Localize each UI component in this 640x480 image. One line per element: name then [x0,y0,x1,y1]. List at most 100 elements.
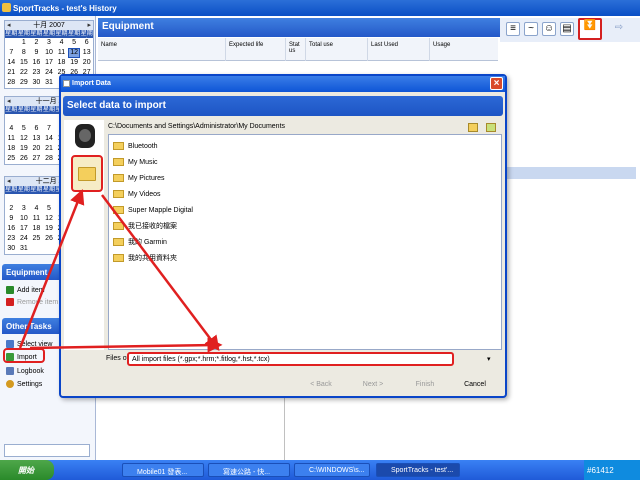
prev-month-icon[interactable]: ◂ [7,97,11,106]
settings-task[interactable]: Settings [6,378,42,390]
calendar-day[interactable]: 17 [18,224,31,234]
calendar-day[interactable]: 28 [43,154,56,164]
calendar-day[interactable]: 11 [5,134,18,144]
folder-list-item[interactable]: My Pictures [113,171,165,185]
calendar-day[interactable]: 8 [18,48,31,58]
finish-button[interactable]: Finish [405,381,445,392]
col-name[interactable]: Name [98,38,226,61]
calendar-day[interactable]: 4 [30,204,43,214]
calendar-day[interactable]: 21 [43,144,56,154]
calendar-day[interactable]: 24 [43,68,56,78]
calendar-day[interactable]: 7 [43,124,56,134]
calendar-day[interactable]: 2 [30,38,43,48]
calendar-day[interactable]: 26 [18,154,31,164]
calendar-day[interactable]: 25 [30,234,43,244]
col-expected-life[interactable]: Expected life [226,38,286,61]
chevron-down-icon[interactable]: ▾ [487,355,497,365]
calendar-day[interactable]: 28 [5,78,18,88]
folder-list-item[interactable]: Super Mapple Digital [113,203,193,217]
calendar-day[interactable]: 18 [30,224,43,234]
calendar-day[interactable]: 21 [5,68,18,78]
calendar-day[interactable]: 16 [30,58,43,68]
next-month-icon[interactable]: ▸ [87,21,91,30]
col-last-used[interactable]: Last Used [368,38,430,61]
taskbar-item-sporttracks[interactable]: SportTracks - test'... [376,463,460,477]
taskbar-item-mobile01[interactable]: Mobile01 發表... [122,463,204,477]
start-button[interactable]: 開始 [0,460,54,480]
chart-icon[interactable]: ~ [524,22,538,36]
calendar-day[interactable]: 5 [18,124,31,134]
taskbar-item-windows[interactable]: C:\WINDOWS\s... [294,463,370,477]
files-of-type-select[interactable]: All import files (*.gpx;*.hrm;*.fitlog,*… [127,352,454,366]
col-usage[interactable]: Usage [430,38,498,61]
calendar-day[interactable]: 13 [30,134,43,144]
calendar-day[interactable]: 4 [55,38,68,48]
calendar-day[interactable]: 3 [43,38,56,48]
calendar-day[interactable]: 13 [80,48,93,58]
next-button[interactable]: Next > [353,381,393,392]
calendar-day[interactable]: 4 [5,124,18,134]
col-status[interactable]: Stat us [286,38,306,61]
calendar-day[interactable]: 17 [43,58,56,68]
collapse-icon[interactable]: ⏬ [578,18,602,40]
add-item-task[interactable]: Add item [6,284,45,296]
folder-list-item[interactable]: Bluetooth [113,139,158,153]
folder-list-item[interactable]: My Videos [113,187,161,201]
export-icon[interactable]: ▤ [560,22,574,36]
calendar-day[interactable]: 11 [30,214,43,224]
calendar-day[interactable]: 12 [43,214,56,224]
calendar-day[interactable]: 12 [18,134,31,144]
calendar-day[interactable]: 18 [5,144,18,154]
prev-month-icon[interactable]: ◂ [7,177,11,186]
calendar-day[interactable]: 10 [43,48,56,58]
taskbar-item-browser[interactable]: 寫速公路 - 快... [208,463,290,477]
calendar-day[interactable]: 20 [80,58,93,68]
calendar-day[interactable]: 29 [18,78,31,88]
dialog-close-button[interactable]: × [490,77,503,90]
calendar-day[interactable]: 30 [30,78,43,88]
calendar-day[interactable]: 1 [18,38,31,48]
sidebar-search-input[interactable] [4,444,90,457]
calendar-day[interactable]: 19 [68,58,81,68]
device-watch-icon[interactable] [75,124,95,148]
calendar-day[interactable]: 7 [5,48,18,58]
calendar-day[interactable]: 6 [30,124,43,134]
calendar-day[interactable]: 10 [18,214,31,224]
remove-item-task[interactable]: Remove item [6,296,58,308]
logbook-task[interactable]: Logbook [6,365,44,377]
calendar-day[interactable]: 14 [5,58,18,68]
calendar-day[interactable]: 2 [5,204,18,214]
col-total-use[interactable]: Total use [306,38,368,61]
calendar-day[interactable]: 15 [18,58,31,68]
calendar-day[interactable]: 31 [18,244,31,254]
calendar-day[interactable]: 30 [5,244,18,254]
calendar-day[interactable]: 11 [55,48,68,58]
calendar-day[interactable]: 14 [43,134,56,144]
calendar-day[interactable]: 5 [68,38,81,48]
folder-browse-icon[interactable] [468,123,478,132]
folder-list-item[interactable]: 我已接收的檔案 [113,219,177,233]
calendar-day[interactable]: 23 [30,68,43,78]
calendar-day[interactable]: 9 [30,48,43,58]
calendar-day[interactable]: 18 [55,58,68,68]
calendar-day[interactable]: 20 [30,144,43,154]
calendar-day[interactable]: 6 [80,38,93,48]
calendar-day[interactable]: 3 [18,204,31,214]
prev-month-icon[interactable]: ◂ [7,21,11,30]
calendar-day[interactable]: 9 [5,214,18,224]
calendar-day[interactable]: 26 [43,234,56,244]
folder-up-icon[interactable] [486,123,496,132]
calendar-day[interactable]: 22 [18,68,31,78]
calendar-day[interactable]: 16 [5,224,18,234]
back-button[interactable]: < Back [301,381,341,392]
forward-arrow-icon[interactable]: ⇨ [612,22,626,36]
calendar-day[interactable]: 25 [5,154,18,164]
calendar-day[interactable]: 5 [43,204,56,214]
folder-list-item[interactable]: My Music [113,155,158,169]
calendar-day[interactable]: 23 [5,234,18,244]
cancel-button[interactable]: Cancel [455,381,495,392]
calendar-day[interactable]: 27 [30,154,43,164]
folder-source-button[interactable] [71,155,103,192]
calendar-day[interactable]: 19 [43,224,56,234]
user-icon[interactable]: ☺ [542,22,556,36]
